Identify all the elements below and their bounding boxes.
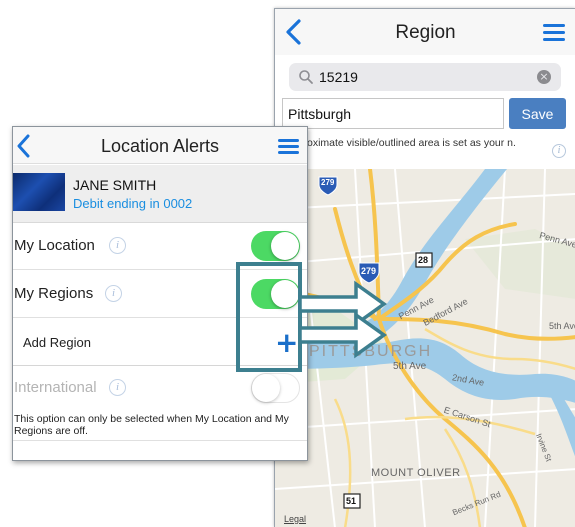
- my-location-toggle[interactable]: [251, 231, 300, 261]
- my-location-label: My Location: [14, 237, 95, 254]
- row-my-regions: My Regions i: [13, 270, 307, 318]
- map-label-mount-oliver: MOUNT OLIVER: [371, 467, 461, 479]
- info-icon[interactable]: i: [105, 285, 122, 302]
- add-region-plus-icon[interactable]: +: [275, 329, 298, 357]
- region-map[interactable]: 279 279 28 51 PITTSBURGH 5th Ave 5th Ave…: [275, 169, 575, 527]
- info-icon[interactable]: i: [109, 379, 126, 396]
- account-detail: Debit ending in 0002: [73, 196, 193, 211]
- international-toggle[interactable]: [251, 373, 300, 403]
- info-icon[interactable]: i: [552, 144, 566, 158]
- save-button[interactable]: Save: [509, 98, 566, 129]
- shield-28: 28: [418, 255, 429, 265]
- region-nav-bar: Region: [275, 9, 575, 55]
- shield-51: 51: [346, 496, 357, 506]
- account-holder-name: JANE SMITH: [73, 177, 157, 193]
- my-regions-label: My Regions: [14, 285, 94, 302]
- alerts-nav-bar: Location Alerts: [13, 127, 307, 164]
- map-legal-link[interactable]: Legal: [284, 514, 306, 524]
- account-summary: JANE SMITH Debit ending in 0002: [13, 165, 307, 223]
- hamburger-menu-icon[interactable]: [543, 24, 565, 41]
- region-search-field[interactable]: 15219 ×: [289, 63, 561, 91]
- map-label-city: PITTSBURGH: [309, 343, 433, 360]
- alerts-title: Location Alerts: [100, 136, 220, 156]
- card-image: [13, 173, 65, 211]
- info-icon[interactable]: i: [109, 237, 126, 254]
- map-label-5th-ave-left: 5th Ave: [393, 361, 427, 372]
- location-alerts-screen: Location Alerts JANE SMITH Debit ending …: [12, 126, 308, 461]
- shield-279-top: 279: [321, 178, 335, 187]
- clear-search-icon[interactable]: ×: [537, 70, 551, 84]
- search-icon: [299, 70, 313, 84]
- row-my-location: My Location i: [13, 223, 307, 270]
- international-label: International: [14, 379, 97, 396]
- region-title: Region: [395, 22, 456, 43]
- region-screen: Region 15219 × Save oximate visible/outl…: [274, 8, 575, 527]
- region-area-note: oximate visible/outlined area is set as …: [307, 137, 516, 149]
- divider: [13, 440, 307, 441]
- international-footnote: This option can only be selected when My…: [14, 413, 289, 437]
- shield-279-mid: 279: [361, 266, 377, 276]
- search-value: 15219: [319, 69, 358, 85]
- region-name-input[interactable]: [282, 98, 504, 129]
- hamburger-menu-icon[interactable]: [278, 139, 299, 155]
- my-regions-toggle[interactable]: [251, 279, 300, 309]
- add-region-label[interactable]: Add Region: [23, 335, 91, 350]
- map-label-5th-ave-right: 5th Ave: [549, 321, 575, 331]
